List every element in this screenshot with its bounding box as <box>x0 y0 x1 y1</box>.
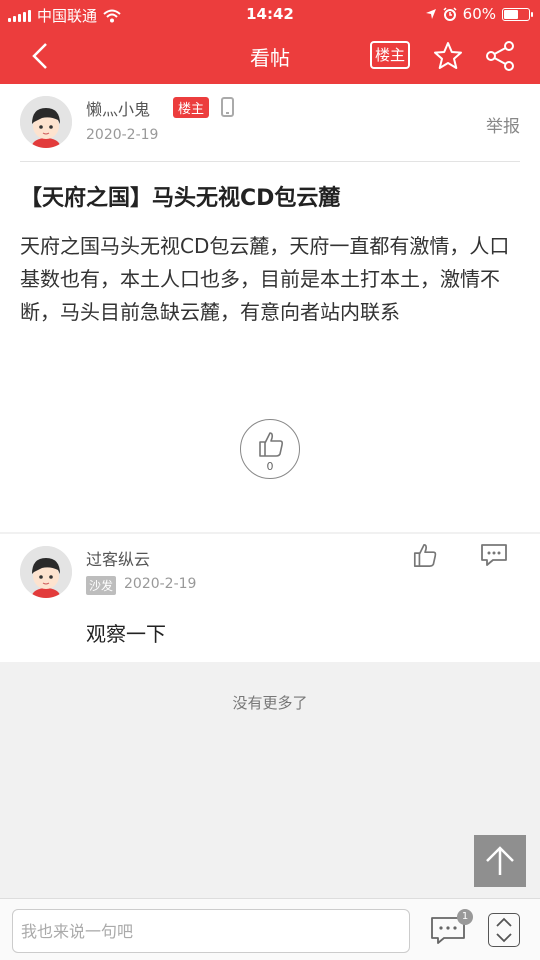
like-count: 0 <box>266 460 274 473</box>
location-icon <box>425 9 436 19</box>
alarm-icon <box>443 7 457 21</box>
avatar[interactable] <box>20 546 72 598</box>
phone-icon <box>221 97 234 117</box>
battery-percent: 60% <box>462 5 496 23</box>
avatar[interactable] <box>20 96 72 148</box>
floor-badge: 沙发 <box>86 576 117 595</box>
comment-count-badge: 1 <box>457 909 473 925</box>
bottom-bar: 1 <box>0 898 540 960</box>
reply-author[interactable]: 过客纵云 <box>86 546 150 570</box>
star-icon[interactable] <box>432 40 464 72</box>
like-button[interactable]: 0 <box>240 419 300 479</box>
reply-input[interactable] <box>12 909 410 953</box>
arrow-up-icon <box>486 846 514 875</box>
comment-icon[interactable] <box>479 542 509 568</box>
post-date: 2020-2-19 <box>86 127 159 143</box>
report-button[interactable]: 举报 <box>486 112 520 137</box>
scroll-to-top-button[interactable] <box>474 835 526 887</box>
chevron-up-down-icon <box>496 917 512 943</box>
back-icon[interactable] <box>26 40 58 72</box>
post-title: 【天府之国】马头无视CD包云麓 <box>20 186 341 211</box>
reply-text: 观察一下 <box>86 622 166 646</box>
reply-date: 2020-2-19 <box>124 576 197 592</box>
divider <box>20 161 520 162</box>
post-body: 天府之国马头无视CD包云麓，天府一直都有激情，人口基数也有，本土人口也多，目前是… <box>20 234 510 324</box>
owner-badge: 楼主 <box>173 97 210 118</box>
end-of-list: 没有更多了 <box>232 694 308 712</box>
post-author[interactable]: 懒灬小鬼 <box>86 96 150 120</box>
reply-item: 过客纵云 沙发 2020-2-19 观察一下 <box>0 534 540 662</box>
post-card: 懒灬小鬼 楼主 2020-2-19 举报 【天府之国】马头无视CD包云麓 天府之… <box>0 84 540 532</box>
status-bar: 中国联通 14:42 60% <box>0 0 540 28</box>
nav-bar: 看帖 楼主 <box>0 28 540 84</box>
scroll-toggle-button[interactable] <box>488 913 520 947</box>
battery-icon <box>502 7 533 21</box>
only-owner-button[interactable]: 楼主 <box>370 41 410 69</box>
thumbs-up-icon <box>259 432 284 457</box>
share-icon[interactable] <box>484 40 516 72</box>
thumbs-up-icon[interactable] <box>412 542 438 568</box>
